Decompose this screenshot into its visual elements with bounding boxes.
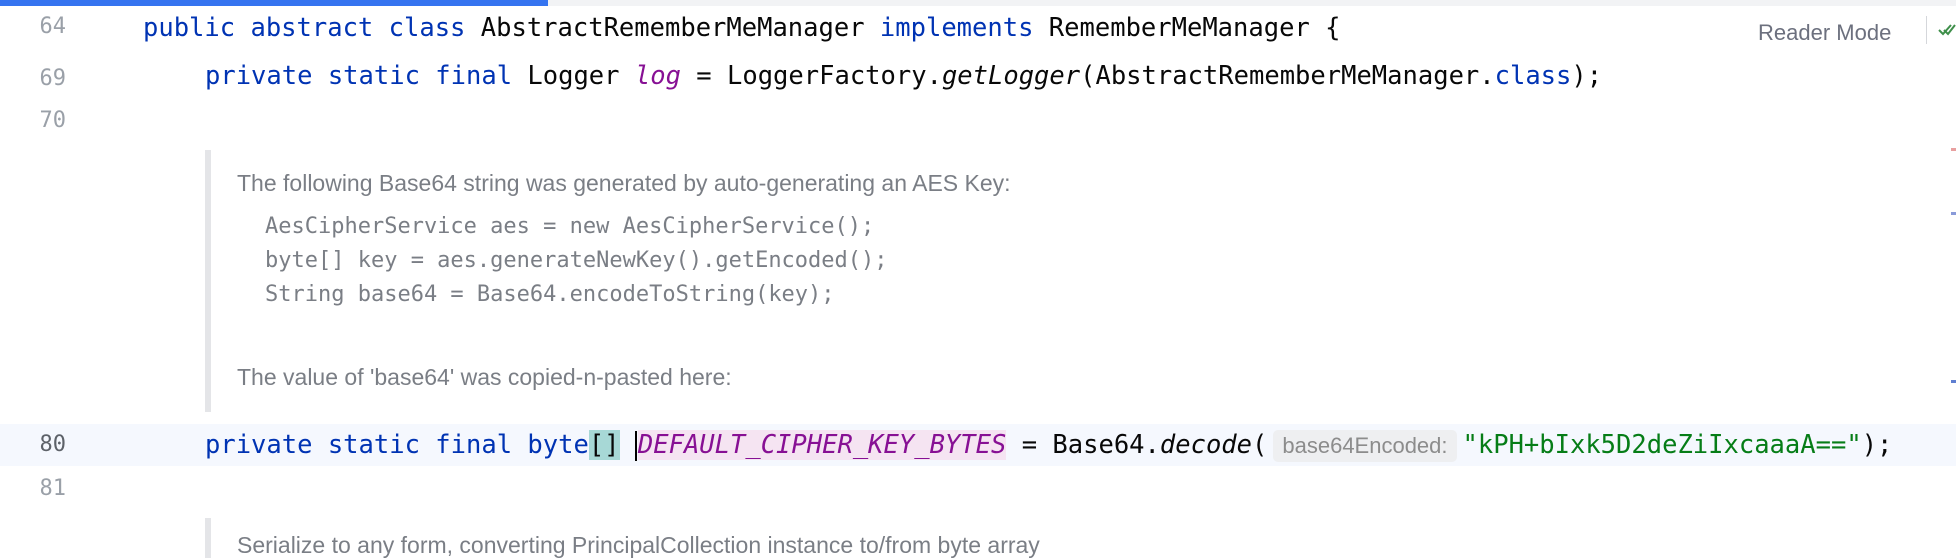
code-text: ); <box>1571 61 1603 91</box>
keyword: byte <box>512 430 589 460</box>
line-number-gutter[interactable]: 64 69 70 80 81 <box>0 0 138 546</box>
code-text: = Base64. <box>1006 430 1160 460</box>
interface-name: RememberMeManager { <box>1033 13 1341 43</box>
static-method: decode <box>1159 430 1253 460</box>
reader-mode-label: Reader Mode <box>1758 20 1892 45</box>
keyword: class <box>1494 61 1572 91</box>
text-caret <box>634 431 637 461</box>
code-text: ); <box>1861 430 1893 460</box>
doc-outro-text: The value of 'base64' was copied-n-paste… <box>237 364 732 390</box>
doc-code-line: AesCipherService aes = new AesCipherServ… <box>265 214 875 239</box>
line-number: 64 <box>39 14 67 39</box>
code-text: = LoggerFactory. <box>680 61 942 91</box>
code-text: (AbstractRememberMeManager. <box>1080 61 1495 91</box>
error-stripe-marker[interactable] <box>1951 212 1956 215</box>
double-check-icon[interactable] <box>1938 22 1956 38</box>
loading-progress-track <box>0 0 1956 6</box>
bracket-match-highlight: [] <box>588 430 620 460</box>
error-stripe-marker[interactable] <box>1951 380 1956 383</box>
line-number-current: 80 <box>39 432 67 457</box>
string-literal: "kPH+bIxk5D2deZiIxcaaaA==" <box>1462 430 1862 460</box>
code-line-80[interactable]: private static final byte[] DEFAULT_CIPH… <box>205 429 1892 462</box>
line-number: 70 <box>39 108 67 133</box>
keyword: private static final <box>205 61 513 91</box>
keyword: private static final <box>205 430 513 460</box>
static-field: log <box>634 61 681 91</box>
doc-code-line: byte[] key = aes.generateNewKey().getEnc… <box>265 248 888 273</box>
toolbar-divider <box>1926 16 1927 44</box>
line-number: 69 <box>39 66 67 91</box>
constant-identifier: DEFAULT_CIPHER_KEY_BYTES <box>637 430 1007 460</box>
error-stripe-marker[interactable] <box>1951 148 1956 151</box>
code-line-69[interactable]: private static final Logger log = Logger… <box>205 60 1602 92</box>
line-number: 81 <box>39 476 67 501</box>
class-name: AbstractRememberMeManager <box>465 13 880 43</box>
parameter-name-hint: base64Encoded: <box>1273 430 1457 462</box>
static-method: getLogger <box>941 61 1081 91</box>
type-name: Logger <box>512 61 635 91</box>
rendered-doc-comment[interactable]: The following Base64 string was generate… <box>205 150 1911 412</box>
keyword: implements <box>879 13 1034 43</box>
keyword: public abstract class <box>143 13 466 43</box>
code-text: ( <box>1252 430 1268 460</box>
doc-code-line: String base64 = Base64.encodeToString(ke… <box>265 282 835 307</box>
reader-mode-button[interactable]: Reader Mode <box>1712 8 1918 58</box>
doc-intro-text: Serialize to any form, converting Princi… <box>237 532 1040 558</box>
doc-intro-text: The following Base64 string was generate… <box>237 170 1011 196</box>
rendered-doc-comment-next[interactable]: Serialize to any form, converting Princi… <box>205 518 1911 558</box>
code-line-64[interactable]: public abstract class AbstractRememberMe… <box>143 12 1341 44</box>
